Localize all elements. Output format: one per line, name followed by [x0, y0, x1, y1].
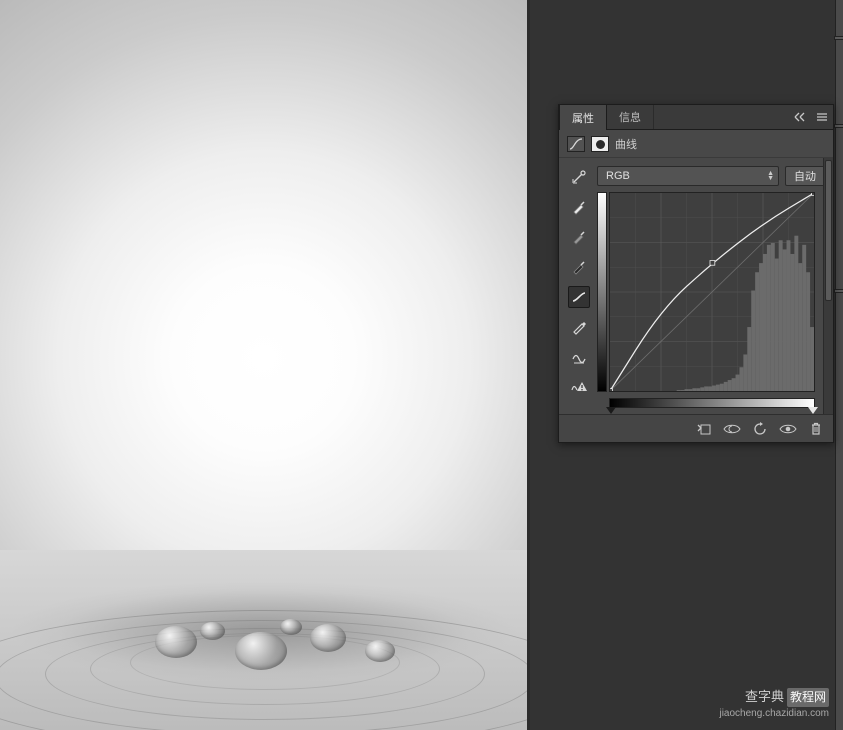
canvas-area[interactable] — [0, 0, 530, 730]
eyedropper-black-icon[interactable] — [568, 256, 590, 278]
pencil-mode-icon[interactable] — [568, 316, 590, 338]
curve-mode-icon[interactable] — [568, 286, 590, 308]
channel-select-value: RGB — [606, 170, 630, 182]
watermark-text-2: 教程网 — [787, 688, 829, 706]
watermark-url: jiaocheng.chazidian.com — [719, 707, 829, 721]
input-gradient[interactable] — [609, 398, 815, 408]
curves-graph[interactable] — [609, 192, 815, 392]
properties-panel: 属性 信息 曲线 — [558, 104, 834, 443]
tab-info[interactable]: 信息 — [607, 105, 654, 129]
channel-select[interactable]: RGB ▲▼ — [597, 166, 779, 186]
adjustment-title: 曲线 — [615, 136, 637, 152]
document-image — [0, 0, 527, 730]
panel-scrollbar[interactable] — [823, 158, 833, 414]
visibility-icon[interactable] — [777, 420, 799, 438]
curves-icon — [567, 136, 585, 152]
panel-menu-icon[interactable] — [813, 109, 831, 125]
smooth-curve-icon[interactable] — [568, 346, 590, 368]
panel-body: RGB ▲▼ 自动 — [559, 158, 833, 414]
target-adjust-icon[interactable] — [568, 166, 590, 188]
dock-handle[interactable] — [834, 289, 843, 293]
panel-footer — [559, 414, 833, 442]
eyedropper-gray-icon[interactable] — [568, 226, 590, 248]
trash-icon[interactable] — [805, 420, 827, 438]
auto-button[interactable]: 自动 — [785, 166, 825, 186]
output-gradient — [597, 192, 607, 392]
view-previous-icon[interactable] — [721, 420, 743, 438]
tab-properties[interactable]: 属性 — [559, 104, 607, 130]
water-ripples — [0, 550, 527, 730]
white-point-slider[interactable] — [808, 407, 818, 414]
clip-to-layer-icon[interactable] — [693, 420, 715, 438]
scrollbar-thumb[interactable] — [825, 160, 832, 301]
select-arrows-icon: ▲▼ — [767, 171, 774, 181]
black-point-slider[interactable] — [606, 407, 616, 414]
clip-warning-icon[interactable] — [568, 376, 590, 398]
dock-handle[interactable] — [834, 36, 843, 40]
reset-icon[interactable] — [749, 420, 771, 438]
layer-mask-icon[interactable] — [591, 136, 609, 152]
curves-tool-column — [567, 166, 591, 408]
watermark: 查字典教程网 jiaocheng.chazidian.com — [719, 688, 829, 720]
panel-tabbar: 属性 信息 — [559, 105, 833, 130]
watermark-text-1: 查字典 — [745, 689, 784, 704]
panel-dock-edge — [835, 0, 843, 730]
adjustment-header: 曲线 — [559, 130, 833, 158]
eyedropper-white-icon[interactable] — [568, 196, 590, 218]
collapse-icon[interactable] — [791, 109, 809, 125]
dock-handle[interactable] — [834, 124, 843, 128]
